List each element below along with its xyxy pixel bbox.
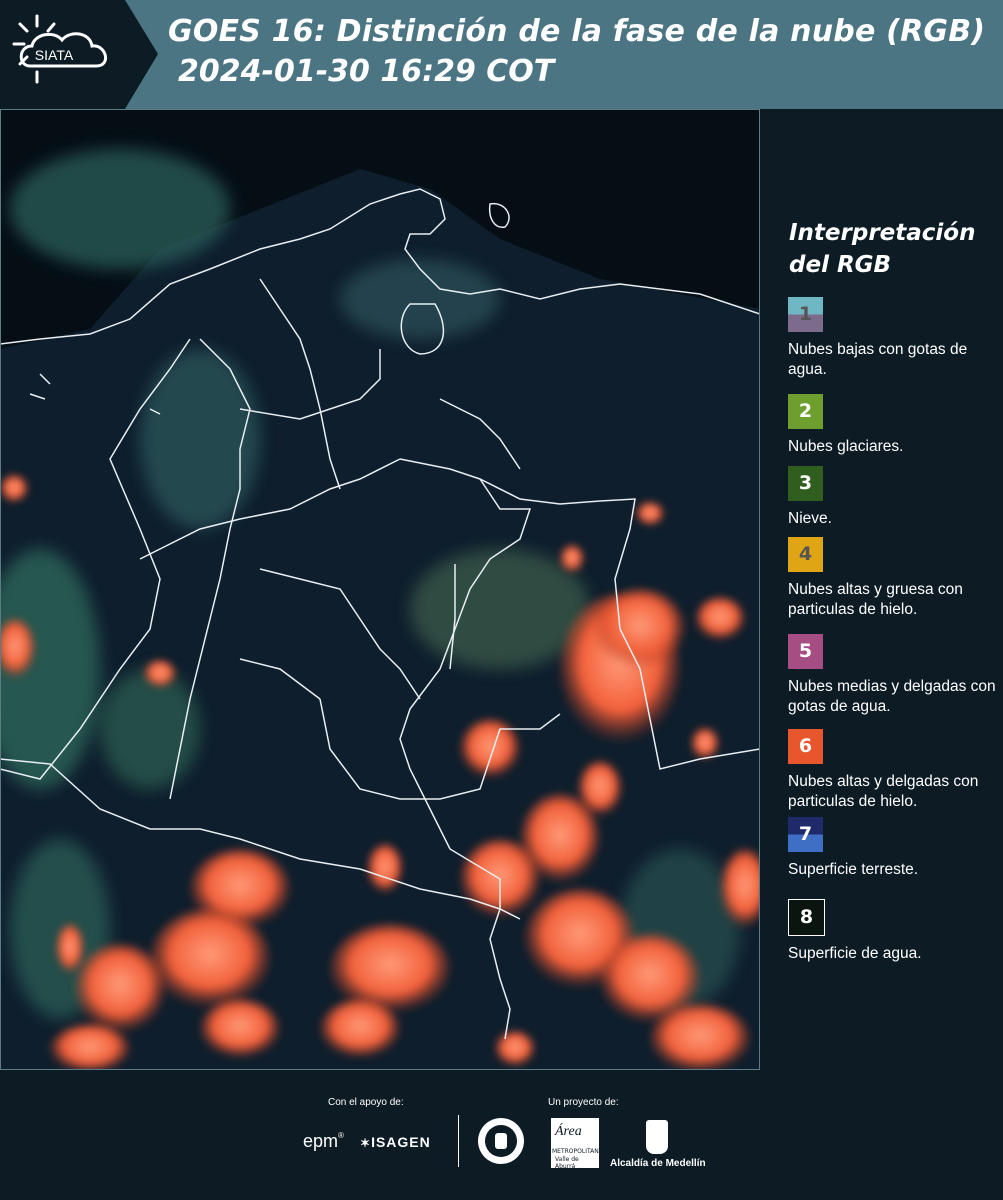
epm-logo-text: epm <box>303 1131 339 1151</box>
legend-title-line2: del RGB <box>789 252 892 278</box>
legend-number: 2 <box>798 400 813 422</box>
footer: Con el apoyo de: Un proyecto de: epm® ✶I… <box>0 1070 1003 1200</box>
legend-title: Interpretación del RGB <box>789 217 975 281</box>
legend-label: Superficie de agua. <box>788 945 922 962</box>
legend-number: 8 <box>799 906 814 928</box>
footer-divider <box>458 1115 459 1167</box>
legend-label: Nubes altas y delgadas con particulas de… <box>788 773 979 810</box>
legend-swatch: 1 <box>788 297 823 332</box>
legend-title-line1: Interpretación <box>789 220 976 246</box>
isagen-logo-text: ISAGEN <box>371 1134 431 1150</box>
legend-label: Nieve. <box>788 510 832 527</box>
alcaldia-shield-icon <box>646 1120 668 1154</box>
area-metropolitana-logo: Área METROPOLITANA Valle de Aburrá <box>551 1118 603 1170</box>
legend-label: Nubes altas y gruesa con particulas de h… <box>788 581 963 618</box>
legend-swatch: 3 <box>788 466 823 501</box>
legend-number: 6 <box>798 735 813 757</box>
legend-swatch: 4 <box>788 537 823 572</box>
legend-label: Nubes bajas con gotas de agua. <box>788 341 968 378</box>
alcaldia-label: Alcaldía de Medellín <box>610 1158 706 1169</box>
legend-item-6: 6 Nubes altas y delgadas con particulas d… <box>788 729 998 812</box>
legend-item-8: 8 Superficie de agua. <box>788 899 998 964</box>
legend-number: 3 <box>798 472 813 494</box>
legend-item-2: 2 Nubes glaciares. <box>788 394 998 457</box>
siata-logo-text: SIATA <box>35 47 74 63</box>
legend-label: Nubes glaciares. <box>788 438 904 455</box>
legend-item-3: 3 Nieve. <box>788 466 998 529</box>
legend-number: 7 <box>798 823 813 845</box>
legend-swatch: 5 <box>788 634 823 669</box>
header-bar: SIATA GOES 16: Distinción de la fase de … <box>0 0 1003 109</box>
legend-swatch: 2 <box>788 394 823 429</box>
epm-logo: epm® <box>303 1131 344 1151</box>
legend-label: Nubes medias y delgadas con gotas de agu… <box>788 678 996 715</box>
legend-swatch: 6 <box>788 729 823 764</box>
legend-swatch: 8 <box>788 899 825 936</box>
legend-item-7: 7 Superficie terreste. <box>788 817 998 880</box>
university-seal-icon <box>478 1118 524 1164</box>
siata-logo: SIATA <box>0 0 158 109</box>
area-logo-text: Área <box>555 1124 582 1139</box>
legend-label: Superficie terreste. <box>788 861 919 878</box>
area-logo-sub: METROPOLITANA <box>552 1148 603 1155</box>
page-title: GOES 16: Distinción de la fase de la nub… <box>168 14 986 49</box>
legend-panel: Interpretación del RGB 1 Nubes bajas con … <box>760 109 1003 1070</box>
area-logo-sub2: Valle de Aburrá <box>555 1156 579 1170</box>
legend-swatch: 7 <box>788 817 823 852</box>
legend-number: 1 <box>798 303 813 325</box>
legend-number: 4 <box>798 543 813 565</box>
support-label: Con el apoyo de: <box>328 1097 404 1108</box>
legend-item-5: 5 Nubes medias y delgadas con gotas de ag… <box>788 634 998 717</box>
project-label: Un proyecto de: <box>548 1097 619 1108</box>
page-timestamp: 2024-01-30 16:29 COT <box>178 54 555 89</box>
legend-item-1: 1 Nubes bajas con gotas de agua. <box>788 297 998 380</box>
isagen-logo: ✶ISAGEN <box>360 1134 431 1150</box>
legend-number: 5 <box>798 640 813 662</box>
legend-item-4: 4 Nubes altas y gruesa con particulas de … <box>788 537 998 620</box>
satellite-map <box>0 109 760 1070</box>
